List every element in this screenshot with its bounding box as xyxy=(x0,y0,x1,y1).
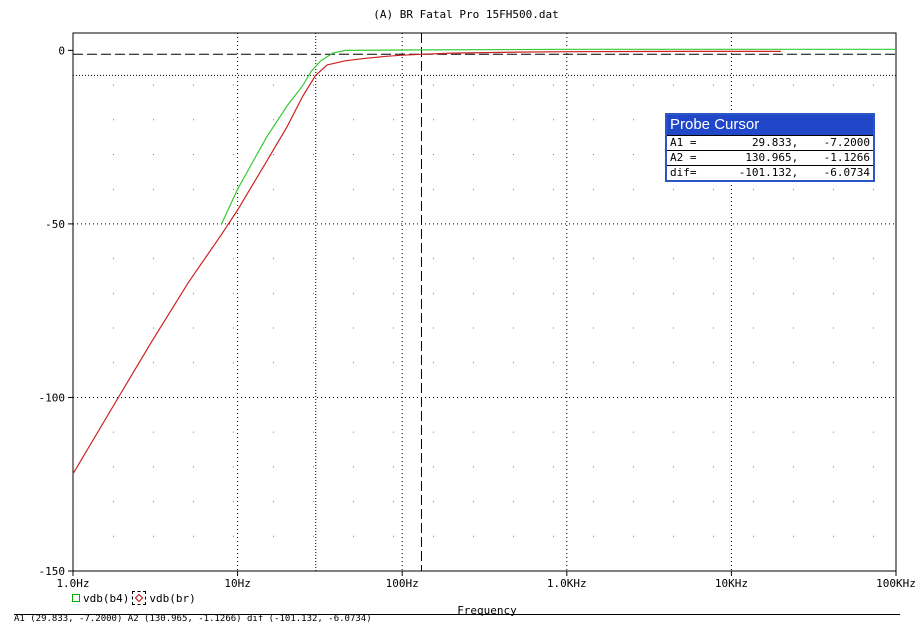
probe-label: dif= xyxy=(667,165,712,180)
probe-y-value: -6.0734 xyxy=(801,165,873,180)
plot-area[interactable]: (A) BR Fatal Pro 15FH500.dat 1.0Hz 10Hz 10… xyxy=(0,0,917,622)
red-diamond-marker-icon xyxy=(132,591,147,605)
legend-item-vdb-br[interactable]: vdb(br) xyxy=(149,592,195,605)
probe-x-value: 29.833, xyxy=(711,135,802,151)
y-tick-label: 0 xyxy=(58,44,65,57)
probe-row-a2: A2 = 130.965, -1.1266 xyxy=(667,150,873,166)
x-tick-label: 10KHz xyxy=(715,577,748,590)
probe-cursor-title[interactable]: Probe Cursor xyxy=(667,115,873,135)
green-square-marker-icon xyxy=(72,594,80,602)
x-tick-label: 10Hz xyxy=(224,577,251,590)
probe-y-value: -1.1266 xyxy=(801,150,873,166)
x-tick-label: 100Hz xyxy=(386,577,419,590)
probe-x-value: -101.132, xyxy=(711,165,802,180)
x-tick-label: 1.0Hz xyxy=(56,577,89,590)
probe-row-dif: dif= -101.132, -6.0734 xyxy=(667,165,873,180)
probe-label: A1 = xyxy=(667,135,712,151)
chart-title: (A) BR Fatal Pro 15FH500.dat xyxy=(373,8,558,21)
legend-item-vdb-b4[interactable]: vdb(b4) xyxy=(83,592,129,605)
probe-x-value: 130.965, xyxy=(711,150,802,166)
probe-row-a1: A1 = 29.833, -7.2000 xyxy=(667,135,873,151)
probe-cursor-table: A1 = 29.833, -7.2000 A2 = 130.965, -1.12… xyxy=(667,135,873,180)
x-tick-label: 1.0KHz xyxy=(547,577,587,590)
probe-cursor-window[interactable]: Probe Cursor A1 = 29.833, -7.2000 A2 = 1… xyxy=(665,113,875,182)
x-tick-label: 100KHz xyxy=(876,577,916,590)
y-tick-label: -50 xyxy=(45,218,65,231)
legend: vdb(b4) vdb(br) xyxy=(72,591,196,605)
y-tick-label: -100 xyxy=(39,391,66,404)
probe-y-value: -7.2000 xyxy=(801,135,873,151)
probe-label: A2 = xyxy=(667,150,712,166)
y-tick-label: -150 xyxy=(39,565,66,578)
